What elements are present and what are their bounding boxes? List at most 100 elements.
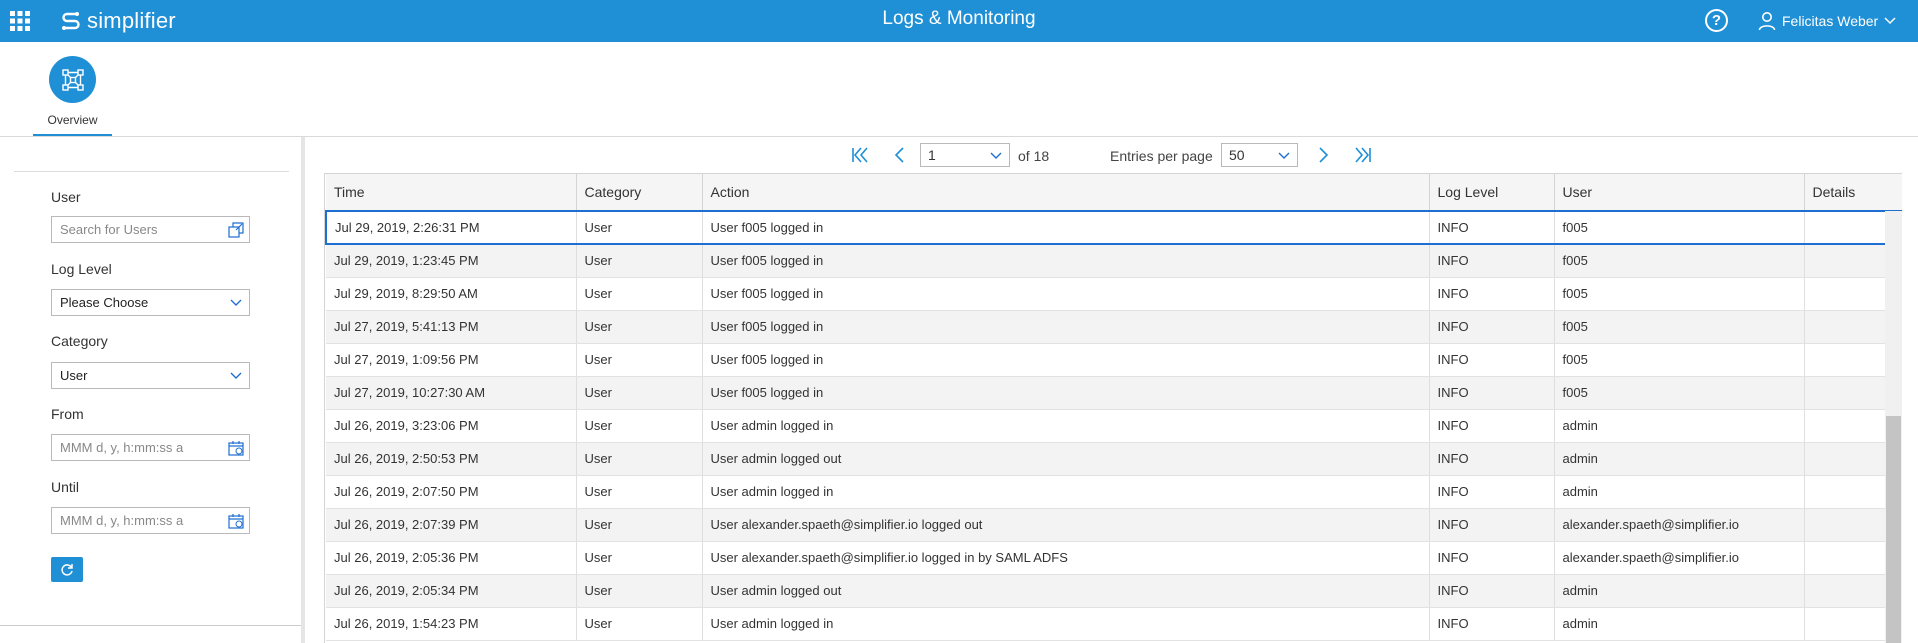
cell-time: Jul 26, 2019, 2:05:34 PM [326, 574, 577, 608]
cell-action: User alexander.spaeth@simplifier.io logg… [702, 541, 1430, 575]
page-count: of 18 [1018, 148, 1050, 164]
chevron-down-icon [230, 299, 242, 306]
cell-user: admin [1554, 409, 1805, 443]
cell-log-level: INFO [1429, 343, 1555, 377]
user-search-placeholder: Search for Users [60, 222, 158, 237]
simplifier-logo[interactable]: simplifier [61, 8, 176, 34]
logs-table-container: Time Category Action Log Level User Deta… [324, 173, 1902, 643]
cell-action: User f005 logged in [702, 277, 1430, 311]
cell-log-level: INFO [1429, 541, 1555, 575]
cell-log-level: INFO [1429, 442, 1555, 476]
refresh-button[interactable] [51, 557, 83, 582]
cell-category: User [576, 475, 703, 509]
cell-user: f005 [1554, 310, 1805, 344]
first-page-icon[interactable] [850, 145, 870, 165]
last-page-icon[interactable] [1353, 145, 1373, 165]
table-row[interactable]: Jul 27, 2019, 5:41:13 PM User User f005 lo… [326, 310, 1902, 344]
user-name: Felicitas Weber [1782, 13, 1879, 29]
loglevel-filter-label: Log Level [51, 261, 112, 277]
logs-table: Time Category Action Log Level User Deta… [325, 174, 1902, 641]
calendar-icon[interactable] [228, 440, 244, 456]
column-header-details[interactable]: Details [1804, 174, 1902, 212]
cell-time: Jul 27, 2019, 10:27:30 AM [326, 376, 577, 410]
user-menu[interactable]: Felicitas Weber [1758, 8, 1896, 34]
cell-user: f005 [1554, 210, 1805, 245]
table-row[interactable]: Jul 29, 2019, 8:29:50 AM User User f005 lo… [326, 277, 1902, 311]
column-header-category[interactable]: Category [576, 174, 703, 212]
cell-log-level: INFO [1429, 277, 1555, 311]
previous-page-icon[interactable] [890, 145, 910, 165]
cell-category: User [576, 541, 703, 575]
entries-per-page-value: 50 [1229, 147, 1245, 163]
table-row[interactable]: Jul 26, 2019, 2:07:50 PM User User admin l… [326, 475, 1902, 509]
cell-time: Jul 26, 2019, 2:07:50 PM [326, 475, 577, 509]
tab-overview[interactable]: Overview [33, 56, 112, 136]
table-row[interactable]: Jul 26, 2019, 2:05:36 PM User User alexand… [326, 541, 1902, 575]
column-header-time[interactable]: Time [326, 174, 577, 212]
cell-category: User [576, 574, 703, 608]
table-row[interactable]: Jul 26, 2019, 2:05:34 PM User User admin l… [326, 574, 1902, 608]
table-row[interactable]: Jul 26, 2019, 1:54:23 PM User User admin l… [326, 607, 1902, 641]
cell-category: User [576, 409, 703, 443]
help-button[interactable]: ? [1705, 9, 1728, 32]
network-icon [49, 56, 96, 103]
table-row[interactable]: Jul 27, 2019, 10:27:30 AM User User f005 l… [326, 376, 1902, 410]
table-row[interactable]: Jul 26, 2019, 2:07:39 PM User User alexand… [326, 508, 1902, 542]
table-header-row: Time Category Action Log Level User Deta… [326, 174, 1902, 212]
logo-icon [62, 12, 80, 30]
cell-action: User admin logged out [702, 574, 1430, 608]
user-search-input[interactable]: Search for Users [51, 216, 250, 243]
pagination-bar: 1 of 18 Entries per page 50 [305, 137, 1918, 173]
cell-category: User [576, 343, 703, 377]
cell-log-level: INFO [1429, 310, 1555, 344]
cell-user: f005 [1554, 244, 1805, 278]
app-title: Logs & Monitoring [882, 8, 1036, 29]
cell-category: User [576, 310, 703, 344]
loglevel-select[interactable]: Please Choose [51, 289, 250, 316]
cell-time: Jul 27, 2019, 1:09:56 PM [326, 343, 577, 377]
column-header-log-level[interactable]: Log Level [1429, 174, 1555, 212]
column-header-action[interactable]: Action [702, 174, 1430, 212]
cell-log-level: INFO [1429, 244, 1555, 278]
divider [0, 625, 301, 626]
calendar-icon[interactable] [228, 513, 244, 529]
tab-overview-label: Overview [47, 113, 98, 127]
cell-category: User [576, 244, 703, 278]
cell-action: User admin logged in [702, 475, 1430, 509]
value-help-icon[interactable] [228, 222, 244, 238]
chevron-down-icon [990, 152, 1002, 159]
table-row[interactable]: Jul 29, 2019, 2:26:31 PM User User f005 lo… [325, 210, 1902, 245]
cell-user: admin [1554, 607, 1805, 641]
cell-log-level: INFO [1429, 574, 1555, 608]
app-grid-icon[interactable] [10, 11, 30, 31]
table-row[interactable]: Jul 26, 2019, 2:50:53 PM User User admin l… [326, 442, 1902, 476]
table-row[interactable]: Jul 29, 2019, 1:23:45 PM User User f005 lo… [326, 244, 1902, 278]
cell-time: Jul 26, 2019, 2:07:39 PM [326, 508, 577, 542]
category-select[interactable]: User [51, 362, 250, 389]
table-row[interactable]: Jul 27, 2019, 1:09:56 PM User User f005 lo… [326, 343, 1902, 377]
from-date-input[interactable]: MMM d, y, h:mm:ss a [51, 434, 250, 461]
entries-per-page-label: Entries per page [1110, 148, 1213, 164]
cell-log-level: INFO [1429, 508, 1555, 542]
filter-sidebar: User Search for Users Log Level Please C… [0, 137, 305, 643]
entries-per-page-select[interactable]: 50 [1221, 143, 1298, 167]
cell-action: User f005 logged in [702, 210, 1430, 245]
table-row[interactable]: Jul 26, 2019, 3:23:06 PM User User admin l… [326, 409, 1902, 443]
next-page-icon[interactable] [1313, 145, 1333, 165]
cell-action: User admin logged in [702, 409, 1430, 443]
cell-log-level: INFO [1429, 376, 1555, 410]
cell-log-level: INFO [1429, 409, 1555, 443]
cell-action: User f005 logged in [702, 310, 1430, 344]
top-bar: simplifier Logs & Monitoring ? Felicitas… [0, 0, 1918, 42]
cell-category: User [576, 442, 703, 476]
page-number-select[interactable]: 1 [920, 143, 1010, 167]
cell-time: Jul 26, 2019, 1:54:23 PM [326, 607, 577, 641]
cell-time: Jul 29, 2019, 8:29:50 AM [326, 277, 577, 311]
column-header-user[interactable]: User [1554, 174, 1805, 212]
cell-time: Jul 26, 2019, 2:05:36 PM [326, 541, 577, 575]
cell-time: Jul 29, 2019, 1:23:45 PM [326, 244, 577, 278]
chevron-down-icon [230, 372, 242, 379]
table-scrollbar-thumb[interactable] [1886, 416, 1901, 643]
until-date-input[interactable]: MMM d, y, h:mm:ss a [51, 507, 250, 534]
cell-log-level: INFO [1429, 607, 1555, 641]
